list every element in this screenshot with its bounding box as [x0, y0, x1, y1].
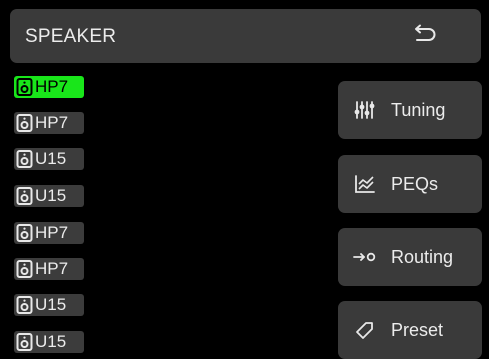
speaker-icon [16, 333, 33, 351]
preset-button[interactable]: Preset [338, 301, 482, 359]
speaker-item-2[interactable]: HP7 [14, 112, 84, 134]
speaker-icon [16, 260, 33, 278]
routing-label: Routing [391, 246, 454, 267]
tuning-label: Tuning [391, 99, 446, 120]
tuning-button[interactable]: Tuning [338, 81, 482, 139]
speaker-icon [16, 296, 33, 314]
speaker-icon [16, 224, 33, 242]
chart-icon [353, 173, 377, 195]
speaker-item-6[interactable]: HP7 [14, 258, 84, 280]
speaker-item-1[interactable]: HP7 [14, 76, 84, 98]
tag-icon [353, 319, 377, 341]
return-arrow-icon [415, 24, 436, 41]
sliders-icon [353, 99, 377, 121]
speaker-label: U15 [35, 149, 67, 168]
back-button[interactable] [409, 22, 439, 50]
routing-arrow-icon [353, 246, 377, 268]
preset-label: Preset [391, 319, 444, 340]
speaker-item-8[interactable]: U15 [14, 331, 84, 353]
speaker-item-3[interactable]: U15 [14, 148, 84, 170]
speaker-label: HP7 [35, 223, 69, 242]
routing-button[interactable]: Routing [338, 228, 482, 286]
page-title: SPEAKER [25, 26, 117, 47]
speaker-label: U15 [35, 332, 67, 351]
speaker-item-5[interactable]: HP7 [14, 222, 84, 244]
speaker-icon [16, 150, 33, 168]
peqs-button[interactable]: PEQs [338, 155, 482, 213]
speaker-icon [16, 114, 33, 132]
speaker-label: U15 [35, 186, 67, 205]
speaker-icon [16, 187, 33, 205]
speaker-label: HP7 [35, 259, 69, 278]
peqs-label: PEQs [391, 173, 439, 194]
speaker-item-7[interactable]: U15 [14, 294, 84, 316]
speaker-icon [16, 78, 33, 96]
speaker-label: HP7 [35, 77, 69, 96]
speaker-label: HP7 [35, 113, 69, 132]
speaker-label: U15 [35, 295, 67, 314]
speaker-item-4[interactable]: U15 [14, 185, 84, 207]
header-bar: SPEAKER [10, 9, 481, 63]
